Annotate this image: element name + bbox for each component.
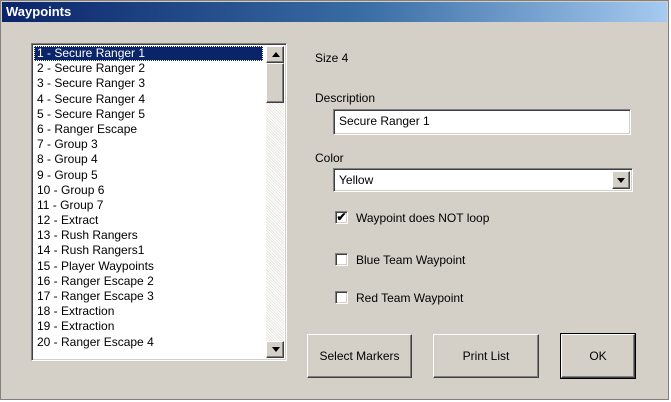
- arrow-down-icon: [272, 347, 280, 352]
- list-item[interactable]: 19 - Extraction: [34, 319, 263, 334]
- list-item[interactable]: 6 - Ranger Escape: [34, 122, 263, 137]
- list-item[interactable]: 5 - Secure Ranger 5: [34, 107, 263, 122]
- list-item[interactable]: 11 - Group 7: [34, 198, 263, 213]
- color-label: Color: [315, 151, 344, 165]
- description-input[interactable]: Secure Ranger 1: [333, 109, 631, 135]
- list-item[interactable]: 9 - Group 5: [34, 168, 263, 183]
- no-loop-label: Waypoint does NOT loop: [356, 211, 490, 225]
- waypoint-listbox[interactable]: 1 - Secure Ranger 12 - Secure Ranger 23 …: [31, 43, 287, 361]
- list-item[interactable]: 13 - Rush Rangers: [34, 228, 263, 243]
- list-item[interactable]: 1 - Secure Ranger 1: [34, 46, 263, 62]
- list-item[interactable]: 7 - Group 3: [34, 137, 263, 152]
- list-item[interactable]: 17 - Ranger Escape 3: [34, 289, 263, 304]
- print-list-button[interactable]: Print List: [433, 334, 539, 378]
- window-title: Waypoints: [2, 2, 667, 22]
- list-item[interactable]: 10 - Group 6: [34, 183, 263, 198]
- list-item[interactable]: 20 - Ranger Escape 4: [34, 335, 263, 350]
- blue-team-checkbox[interactable]: [335, 253, 348, 266]
- scroll-thumb[interactable]: [266, 63, 284, 103]
- list-item[interactable]: 14 - Rush Rangers1: [34, 243, 263, 258]
- ok-button[interactable]: OK: [560, 333, 636, 379]
- red-team-checkbox[interactable]: [335, 291, 348, 304]
- list-item[interactable]: 18 - Extraction: [34, 304, 263, 319]
- list-item[interactable]: 16 - Ranger Escape 2: [34, 274, 263, 289]
- arrow-up-icon: [272, 52, 280, 57]
- list-item[interactable]: 15 - Player Waypoints: [34, 259, 263, 274]
- list-item[interactable]: 8 - Group 4: [34, 152, 263, 167]
- list-item[interactable]: 3 - Secure Ranger 3: [34, 76, 263, 91]
- waypoints-dialog: Waypoints 1 - Secure Ranger 12 - Secure …: [0, 0, 669, 400]
- description-label: Description: [315, 91, 376, 105]
- check-icon: ✔: [336, 210, 347, 224]
- scroll-down-button[interactable]: [266, 341, 284, 358]
- list-item[interactable]: 12 - Extract: [34, 213, 263, 228]
- select-markers-button[interactable]: Select Markers: [307, 334, 412, 378]
- list-item[interactable]: 4 - Secure Ranger 4: [34, 92, 263, 107]
- color-select-value: Yellow: [339, 173, 374, 187]
- color-dropdown-button[interactable]: [612, 171, 630, 189]
- size-text: Size 4: [315, 51, 349, 65]
- red-team-label: Red Team Waypoint: [356, 291, 464, 305]
- chevron-down-icon: [617, 178, 625, 183]
- no-loop-checkbox[interactable]: ✔: [335, 210, 348, 224]
- waypoint-list-items: 1 - Secure Ranger 12 - Secure Ranger 23 …: [34, 46, 263, 358]
- list-item[interactable]: 2 - Secure Ranger 2: [34, 61, 263, 76]
- color-select[interactable]: Yellow: [333, 168, 633, 192]
- blue-team-label: Blue Team Waypoint: [356, 253, 466, 267]
- list-scrollbar[interactable]: [266, 46, 284, 358]
- scroll-up-button[interactable]: [266, 46, 284, 63]
